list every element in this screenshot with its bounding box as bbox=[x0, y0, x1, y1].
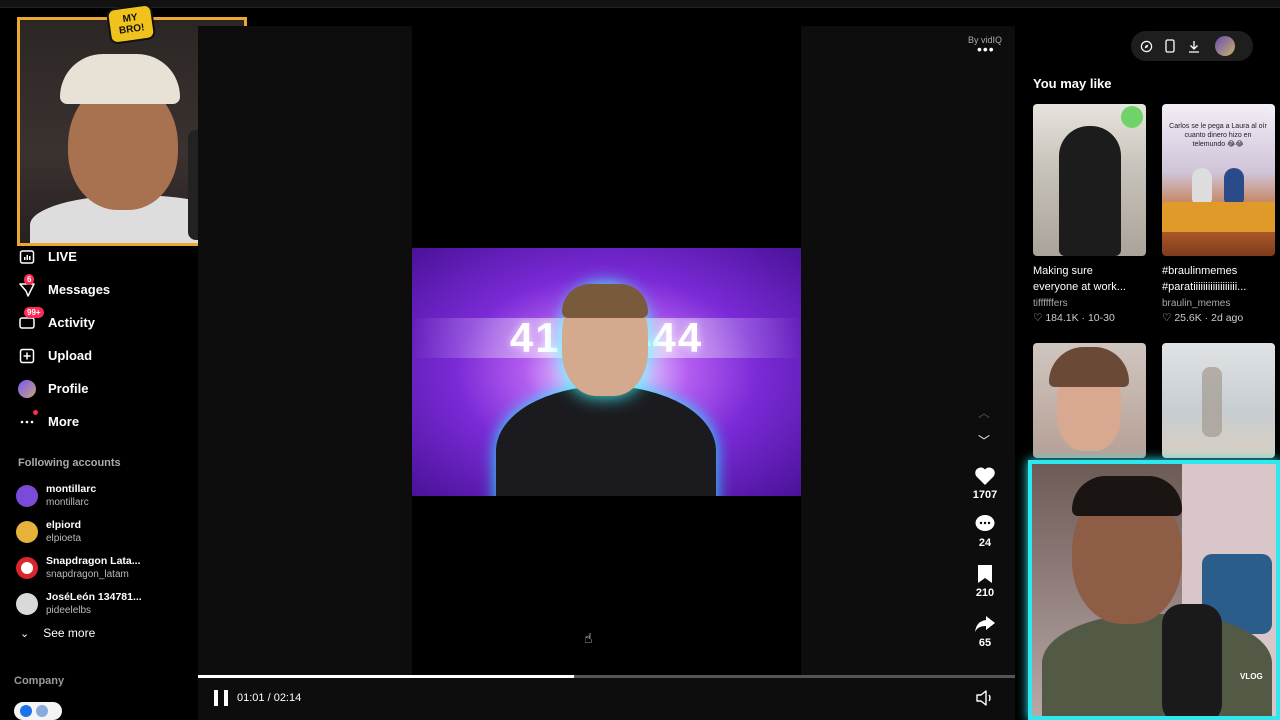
account-handle: montillarc bbox=[46, 497, 89, 508]
video-thumbnail bbox=[1033, 104, 1146, 256]
avatar bbox=[16, 521, 38, 543]
compass-icon[interactable] bbox=[1139, 39, 1153, 53]
sidebar-nav: LIVE 6 Messages 99+ Activity Upload Prof… bbox=[18, 240, 198, 438]
comment-count: 24 bbox=[978, 537, 992, 549]
playback-time: 01:01 / 02:14 bbox=[237, 692, 302, 704]
nav-label-activity: Activity bbox=[48, 315, 95, 330]
progress-bar[interactable] bbox=[198, 675, 1015, 678]
extension-toolbar bbox=[1131, 31, 1253, 61]
progress-fill bbox=[198, 675, 574, 678]
channel-logo: MY BRO! bbox=[105, 2, 157, 46]
more-options-icon[interactable]: ••• bbox=[977, 41, 995, 57]
video-thumbnail bbox=[1033, 343, 1146, 458]
nav-label-live: LIVE bbox=[48, 249, 77, 264]
video-meta: ♡ 184.1K · 10-30 bbox=[1033, 312, 1115, 324]
comment-icon bbox=[970, 514, 1000, 534]
video-content: 419, ,444 bbox=[412, 248, 801, 496]
recommended-video-card[interactable] bbox=[1033, 343, 1146, 458]
video-meta: ♡ 25.6K · 2d ago bbox=[1162, 312, 1244, 324]
user-avatar[interactable] bbox=[1215, 36, 1235, 56]
messages-icon: 6 bbox=[18, 273, 36, 299]
floating-pill[interactable] bbox=[14, 702, 62, 720]
nav-label-messages: Messages bbox=[48, 282, 111, 297]
following-list: montillarc montillarc elpiord elpioeta Sna… bbox=[16, 478, 196, 622]
live-icon bbox=[18, 248, 36, 266]
activity-badge: 99+ bbox=[24, 306, 44, 318]
share-count: 65 bbox=[978, 637, 992, 649]
account-name: JoséLeón 134781... bbox=[46, 591, 142, 603]
pause-button[interactable] bbox=[214, 690, 228, 706]
you-may-like-title: You may like bbox=[1033, 76, 1112, 91]
following-accounts-title: Following accounts bbox=[18, 457, 121, 469]
nav-item-messages[interactable]: 6 Messages bbox=[18, 273, 198, 306]
thumbnail-caption: Carlos se le pega a Laura al oír cuanto … bbox=[1169, 123, 1267, 148]
phone-icon[interactable] bbox=[1163, 39, 1177, 53]
account-handle: snapdragon_latam bbox=[46, 569, 129, 580]
video-thumbnail bbox=[1162, 343, 1275, 458]
heart-icon bbox=[970, 466, 1000, 486]
avatar bbox=[16, 557, 38, 579]
video-author: tiffffffers bbox=[1033, 298, 1068, 309]
more-notification-dot bbox=[33, 409, 38, 415]
comment-button[interactable]: 24 bbox=[970, 514, 1000, 549]
nav-item-more[interactable]: More bbox=[18, 405, 198, 438]
see-more-label: See more bbox=[43, 626, 96, 640]
volume-icon[interactable] bbox=[976, 690, 994, 711]
previous-video-icon[interactable]: ︿ bbox=[978, 404, 990, 421]
nav-item-upload[interactable]: Upload bbox=[18, 339, 198, 372]
nav-item-activity[interactable]: 99+ Activity bbox=[18, 306, 198, 339]
nav-label-profile: Profile bbox=[48, 381, 89, 396]
like-button[interactable]: 1707 bbox=[970, 466, 1000, 501]
recommended-video-card[interactable] bbox=[1162, 343, 1275, 458]
more-icon bbox=[18, 409, 38, 431]
video-title: #braulinmemes #paratiiiiiiiiiiiiiiiiii... bbox=[1162, 265, 1247, 293]
next-video-icon[interactable]: ﹀ bbox=[978, 432, 990, 449]
following-account[interactable]: JoséLeón 134781... pideelelbs bbox=[16, 586, 196, 622]
recommended-video-card[interactable]: Carlos se le pega a Laura al oír cuanto … bbox=[1162, 104, 1275, 324]
share-icon bbox=[970, 614, 1000, 634]
video-author: braulin_memes bbox=[1162, 298, 1231, 309]
account-handle: pideelelbs bbox=[46, 605, 92, 616]
nav-item-profile[interactable]: Profile bbox=[18, 372, 198, 405]
video-title: Making sure everyone at work... bbox=[1033, 265, 1126, 293]
chevron-down-icon: ⌄ bbox=[20, 627, 30, 640]
see-more-button[interactable]: ⌄ See more bbox=[20, 626, 95, 640]
account-handle: elpioeta bbox=[46, 533, 82, 544]
company-heading: Company bbox=[14, 675, 65, 687]
following-account[interactable]: Snapdragon Lata... snapdragon_latam bbox=[16, 550, 196, 586]
avatar bbox=[16, 593, 38, 615]
profile-avatar bbox=[18, 379, 36, 398]
webcam-overlay-bottom bbox=[1028, 460, 1280, 720]
following-account[interactable]: montillarc montillarc bbox=[16, 478, 196, 514]
like-count: 1707 bbox=[972, 489, 998, 501]
save-count: 210 bbox=[975, 587, 995, 599]
logo-line-2: BRO! bbox=[118, 22, 146, 37]
nav-label-upload: Upload bbox=[48, 348, 93, 363]
share-button[interactable]: 65 bbox=[970, 614, 1000, 649]
account-name: elpiord bbox=[46, 519, 82, 531]
messages-badge: 6 bbox=[24, 273, 35, 285]
account-name: montillarc bbox=[46, 483, 97, 495]
bookmark-icon bbox=[970, 564, 1000, 584]
nav-label-more: More bbox=[48, 414, 80, 429]
account-name: Snapdragon Lata... bbox=[46, 555, 141, 567]
browser-top-bar bbox=[0, 0, 1280, 8]
activity-icon: 99+ bbox=[18, 306, 44, 332]
video-thumbnail: Carlos se le pega a Laura al oír cuanto … bbox=[1162, 104, 1275, 256]
upload-icon bbox=[18, 347, 36, 365]
vlog-watermark: VLOG bbox=[1240, 672, 1263, 681]
mouse-cursor-icon: ☝ bbox=[584, 630, 593, 646]
following-account[interactable]: elpiord elpioeta bbox=[16, 514, 196, 550]
download-icon[interactable] bbox=[1187, 39, 1201, 53]
recommended-video-card[interactable]: Making sure everyone at work... tiffffffe… bbox=[1033, 104, 1146, 324]
save-button[interactable]: 210 bbox=[970, 564, 1000, 599]
avatar bbox=[16, 485, 38, 507]
